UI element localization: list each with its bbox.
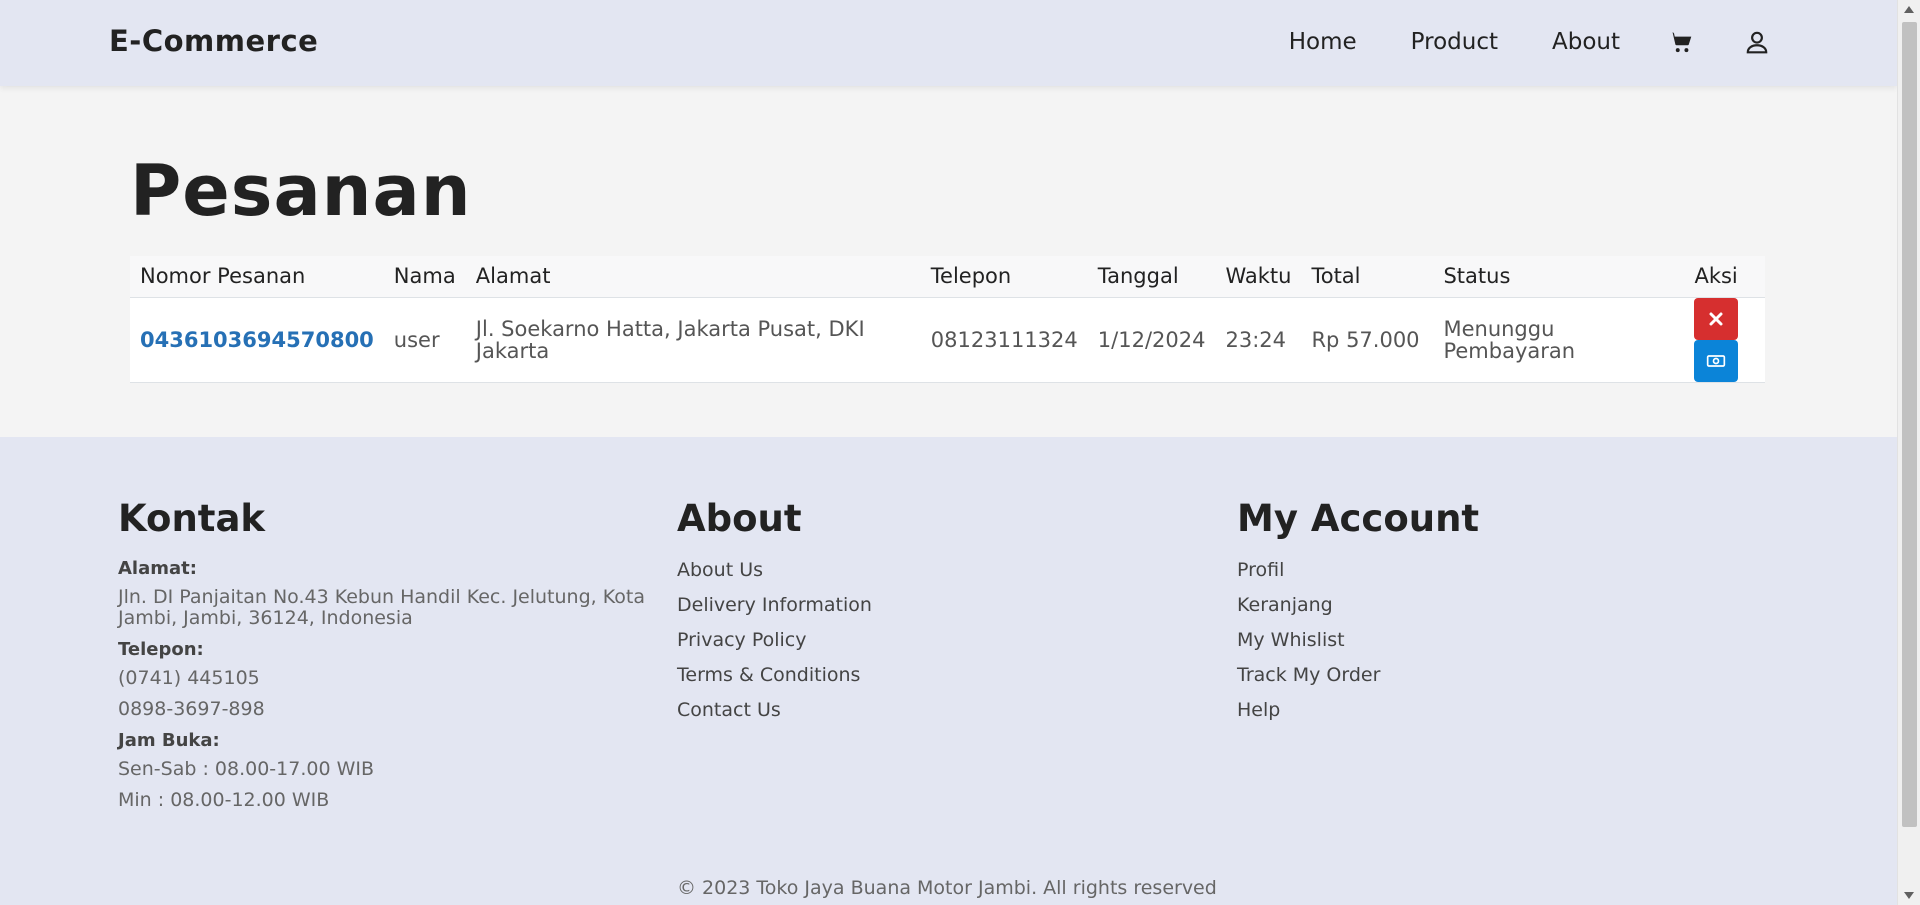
- footer-account-title: My Account: [1237, 497, 1480, 540]
- orders-table: Nomor Pesanan Nama Alamat Telepon Tangga…: [130, 256, 1765, 383]
- nav-link-product[interactable]: Product: [1411, 22, 1498, 62]
- cell-actions: [1684, 297, 1765, 383]
- header-date: Tanggal: [1087, 256, 1216, 298]
- table-row: 0436103694570800 user Jl. Soekarno Hatta…: [130, 297, 1765, 383]
- address-text: Jln. DI Panjaitan No.43 Kebun Handil Kec…: [118, 586, 645, 629]
- footer-link-contact[interactable]: Contact Us: [677, 698, 1097, 722]
- phone-2: 0898-3697-898: [118, 698, 265, 720]
- cell-address: Jl. Soekarno Hatta, Jakarta Pusat, DKI J…: [465, 297, 921, 383]
- header-status: Status: [1433, 256, 1685, 298]
- user-icon[interactable]: [1742, 27, 1772, 57]
- footer-link-privacy[interactable]: Privacy Policy: [677, 628, 1097, 652]
- cell-time: 23:24: [1215, 297, 1302, 383]
- navbar: E-Commerce Home Product About: [0, 0, 1897, 86]
- money-icon: [1707, 354, 1726, 367]
- cell-order-number: 0436103694570800: [130, 297, 384, 383]
- footer-about-title: About: [677, 497, 802, 540]
- footer-contact: Kontak Alamat: Jln. DI Panjaitan No.43 K…: [118, 497, 658, 821]
- header-time: Waktu: [1215, 256, 1302, 298]
- footer-about: About About Us Delivery Information Priv…: [677, 497, 1097, 733]
- footer-link-wishlist[interactable]: My Whislist: [1237, 628, 1657, 652]
- header-order-number: Nomor Pesanan: [130, 256, 384, 298]
- phone-1: (0741) 445105: [118, 667, 260, 689]
- scrollbar[interactable]: [1897, 0, 1920, 905]
- hours-label: Jam Buka:: [118, 730, 220, 751]
- header-actions: Aksi: [1684, 256, 1765, 298]
- footer-account: My Account Profil Keranjang My Whislist …: [1237, 497, 1657, 733]
- cancel-icon: [1709, 312, 1723, 325]
- cart-icon[interactable]: [1666, 27, 1696, 57]
- cell-total: Rp 57.000: [1301, 297, 1434, 383]
- nav-links: Home Product About: [1289, 22, 1772, 62]
- header-phone: Telepon: [920, 256, 1088, 298]
- brand-logo[interactable]: E-Commerce: [109, 24, 318, 58]
- cell-phone: 08123111324: [920, 297, 1088, 383]
- cell-date: 1/12/2024: [1087, 297, 1216, 383]
- footer-link-about-us[interactable]: About Us: [677, 558, 1097, 582]
- footer-link-cart[interactable]: Keranjang: [1237, 593, 1657, 617]
- footer-link-track-order[interactable]: Track My Order: [1237, 663, 1657, 687]
- nav-link-home[interactable]: Home: [1289, 22, 1357, 62]
- footer: Kontak Alamat: Jln. DI Panjaitan No.43 K…: [0, 437, 1897, 905]
- table-header-row: Nomor Pesanan Nama Alamat Telepon Tangga…: [130, 256, 1765, 298]
- footer-link-profil[interactable]: Profil: [1237, 558, 1657, 582]
- footer-link-terms[interactable]: Terms & Conditions: [677, 663, 1097, 687]
- nav-link-about[interactable]: About: [1552, 22, 1620, 62]
- pay-order-button[interactable]: [1694, 339, 1739, 382]
- footer-link-delivery[interactable]: Delivery Information: [677, 593, 1097, 617]
- scroll-down-icon[interactable]: [1904, 892, 1914, 899]
- cell-name: user: [383, 297, 466, 383]
- copyright-text: © 2023 Toko Jaya Buana Motor Jambi. All …: [677, 877, 1217, 899]
- footer-link-help[interactable]: Help: [1237, 698, 1657, 722]
- hours-1: Sen-Sab : 08.00-17.00 WIB: [118, 758, 374, 780]
- page-title: Pesanan: [130, 150, 472, 232]
- header-address: Alamat: [465, 256, 921, 298]
- address-label: Alamat:: [118, 558, 197, 579]
- scrollbar-thumb[interactable]: [1902, 22, 1917, 827]
- cancel-order-button[interactable]: [1694, 297, 1739, 340]
- cell-status: Menunggu Pembayaran: [1433, 297, 1685, 383]
- hours-2: Min : 08.00-12.00 WIB: [118, 789, 330, 811]
- header-name: Nama: [383, 256, 466, 298]
- phone-label: Telepon:: [118, 639, 204, 660]
- header-total: Total: [1301, 256, 1434, 298]
- order-number-link[interactable]: 0436103694570800: [140, 328, 374, 352]
- scroll-up-icon[interactable]: [1904, 6, 1914, 13]
- footer-contact-title: Kontak: [118, 497, 266, 540]
